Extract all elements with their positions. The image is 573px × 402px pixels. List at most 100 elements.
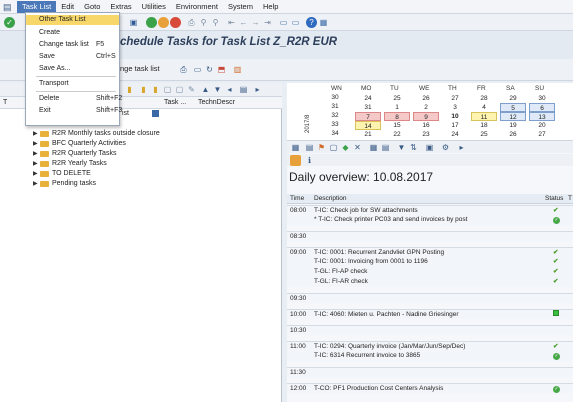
column-header-status[interactable]: Status	[545, 195, 563, 202]
expand-arrow-icon[interactable]: ▶	[33, 149, 38, 159]
overview-row[interactable]: 11:00 T-IC: 0294: Quarterly invoice (Jan/…	[287, 341, 573, 351]
status-square-icon[interactable]	[553, 310, 559, 320]
flag-icon[interactable]: ⚑	[316, 142, 327, 153]
calendar-day[interactable]: 16	[413, 121, 439, 130]
status-check-icon[interactable]: ✔	[553, 277, 558, 287]
folder-icon[interactable]: ▮	[124, 84, 135, 95]
overview-row[interactable]: 08:00 T-IC: Check job for SW attachments ✔	[287, 205, 573, 215]
menu-item-save-as[interactable]: Save As...	[26, 64, 119, 74]
tree-item[interactable]: ▶ R2R Monthly tasks outside closure	[0, 129, 282, 139]
calendar-day[interactable]: 12	[500, 112, 526, 121]
calendar-week-number[interactable]: 32	[325, 112, 345, 119]
first-page-icon[interactable]: ⇤	[226, 17, 237, 28]
calendar-day[interactable]: 2	[413, 103, 439, 112]
expand-arrow-icon[interactable]: ▶	[33, 129, 38, 139]
status-ok-icon[interactable]: ✓	[553, 384, 560, 394]
column-header-techndescr[interactable]: TechnDescr	[198, 99, 235, 106]
delete-icon[interactable]: ✕	[352, 142, 363, 153]
overview-row[interactable]: T-IC: 0001: Invoicing from 0001 to 1196 ✔	[287, 257, 573, 267]
expand-arrow-icon[interactable]: ▶	[33, 179, 38, 189]
menu-item-create[interactable]: Create	[26, 28, 119, 38]
menu-item-other-task-list[interactable]: Other Task List	[26, 15, 119, 25]
layout-icon[interactable]: ▤	[238, 84, 249, 95]
print-list-icon[interactable]: ⎙	[178, 64, 189, 75]
copy-task-icon[interactable]: ▢	[328, 142, 339, 153]
calendar-day[interactable]: 21	[355, 130, 381, 139]
calendar-day[interactable]: 19	[500, 121, 526, 130]
calendar-day[interactable]: 4	[471, 103, 497, 112]
shortcut-icon[interactable]: ▭	[290, 17, 301, 28]
expand-arrow-icon[interactable]: ▶	[33, 169, 38, 179]
overview-row[interactable]: 09:00 T-IC: 0001: Recurrent Zandvliet GPN…	[287, 247, 573, 257]
more-icon[interactable]: ▸	[252, 84, 263, 95]
status-ok-icon[interactable]: ✓	[553, 215, 560, 225]
calendar-day[interactable]: 27	[529, 130, 555, 139]
status-ok-icon[interactable]: ✓	[553, 351, 560, 361]
menu-item-exit[interactable]: Exit Shift+F3	[26, 106, 122, 116]
overview-row[interactable]: 08:30	[287, 231, 573, 241]
enter-icon[interactable]: ✓	[4, 17, 15, 28]
filter-icon[interactable]: ▼	[396, 142, 407, 153]
expand-arrow-icon[interactable]: ▶	[33, 159, 38, 169]
calendar-week-number[interactable]: 34	[325, 130, 345, 137]
find-icon[interactable]: ⚲	[198, 17, 209, 28]
folder-new-icon[interactable]: ▮	[138, 84, 149, 95]
column-header-task[interactable]: Task ...	[164, 99, 186, 106]
more-options-icon[interactable]: ▸	[456, 142, 467, 153]
cancel-icon[interactable]	[170, 17, 181, 28]
settings-icon[interactable]: ⚙	[440, 142, 451, 153]
menu-task-list[interactable]: Task List	[17, 0, 57, 13]
overview-row[interactable]: 10:00 T-IC: 4060: Mieten u. Pachten - Nad…	[287, 309, 573, 319]
menu-help[interactable]: Help	[258, 1, 283, 13]
calendar-day[interactable]: 3	[442, 103, 468, 112]
menu-item-transport[interactable]: Transport	[26, 79, 119, 89]
column-header-t[interactable]: T	[568, 195, 572, 202]
calendar-day[interactable]: 25	[384, 94, 410, 103]
find-next-icon[interactable]: ⚲	[210, 17, 221, 28]
status-check-icon[interactable]: ✔	[553, 257, 558, 267]
monitor-icon[interactable]: ▭	[192, 64, 203, 75]
sort-icon[interactable]: ⇅	[408, 142, 419, 153]
column-header-description[interactable]: Description	[314, 195, 347, 202]
overview-row[interactable]: 10:30	[287, 325, 573, 335]
calendar-day[interactable]: 13	[529, 112, 555, 121]
back-icon[interactable]	[146, 17, 157, 28]
menu-goto[interactable]: Goto	[79, 1, 105, 13]
edit-icon[interactable]: ✎	[186, 84, 197, 95]
overview-row[interactable]: 09:30	[287, 293, 573, 303]
calendar-day[interactable]: 8	[384, 112, 410, 121]
tree-item[interactable]: ▶ BFC Quarterly Activities	[0, 139, 282, 149]
calendar-day[interactable]: 26	[500, 130, 526, 139]
view-icon[interactable]: ▤	[380, 142, 391, 153]
action-icon[interactable]	[290, 155, 301, 166]
next-page-icon[interactable]: →	[250, 17, 261, 28]
calendar-day[interactable]: 18	[471, 121, 497, 130]
refresh-icon[interactable]: ↻	[204, 64, 215, 75]
calendar-day[interactable]: 29	[500, 94, 526, 103]
menu-utilities[interactable]: Utilities	[137, 1, 171, 13]
print-icon[interactable]: ⎙	[186, 17, 197, 28]
calendar-day[interactable]: 28	[471, 94, 497, 103]
calendar-day[interactable]: 11	[471, 112, 497, 121]
calendar-day[interactable]: 1	[384, 103, 410, 112]
calendar-day[interactable]: 31	[355, 103, 381, 112]
overview-row[interactable]: 11:30	[287, 367, 573, 377]
expand-arrow-icon[interactable]: ▶	[33, 139, 38, 149]
menu-item-delete[interactable]: Delete Shift+F2	[26, 94, 122, 104]
menu-edit[interactable]: Edit	[56, 1, 79, 13]
calendar-day[interactable]: 15	[384, 121, 410, 130]
help-icon[interactable]: ?	[306, 17, 317, 28]
calendar-day[interactable]: 25	[471, 130, 497, 139]
calendar-day[interactable]: 20	[529, 121, 555, 130]
calendar-day[interactable]: 9	[413, 112, 439, 121]
calendar-day[interactable]: 30	[529, 94, 555, 103]
grid-icon[interactable]: ▦	[368, 142, 379, 153]
overview-row[interactable]: 12:00 T-CO: PF1 Production Cost Centers A…	[287, 383, 573, 393]
calendar-day[interactable]: 10	[442, 112, 468, 121]
status-check-icon[interactable]: ✔	[553, 267, 558, 277]
menu-environment[interactable]: Environment	[171, 1, 223, 13]
calendar-week-number[interactable]: 33	[325, 121, 345, 128]
calendar-day[interactable]: 27	[442, 94, 468, 103]
info-icon[interactable]: ℹ	[304, 155, 315, 166]
move-up-icon[interactable]: ▲	[200, 84, 211, 95]
